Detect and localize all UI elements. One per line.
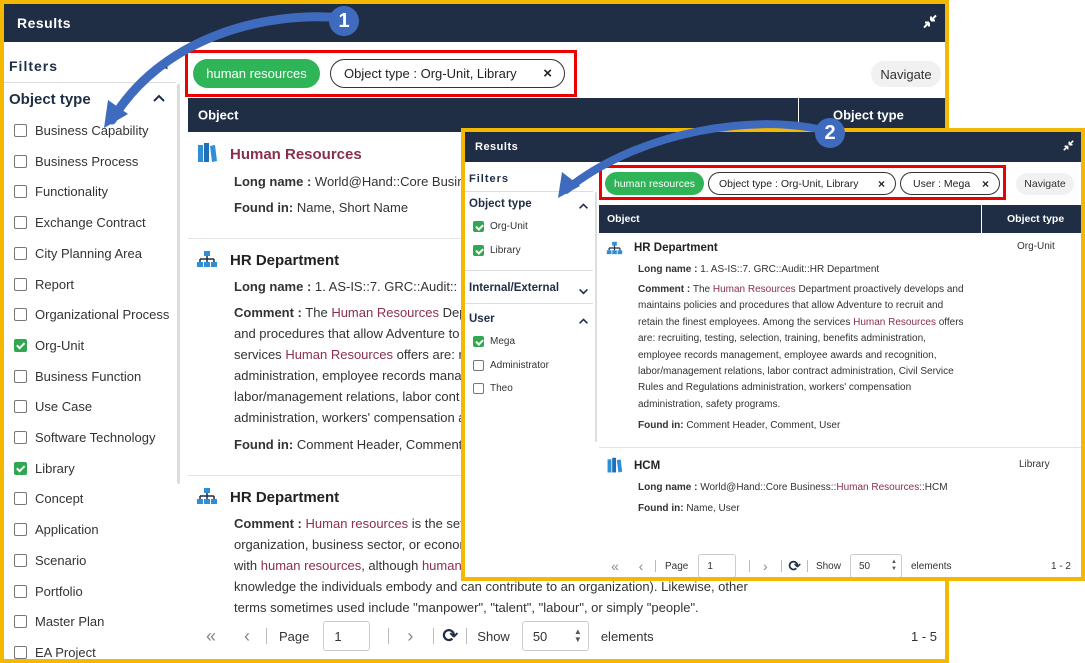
callout-arrow-1 (104, 12, 834, 198)
callout-badge-1: 1 (329, 6, 359, 36)
callout-badge-2: 2 (815, 118, 845, 148)
